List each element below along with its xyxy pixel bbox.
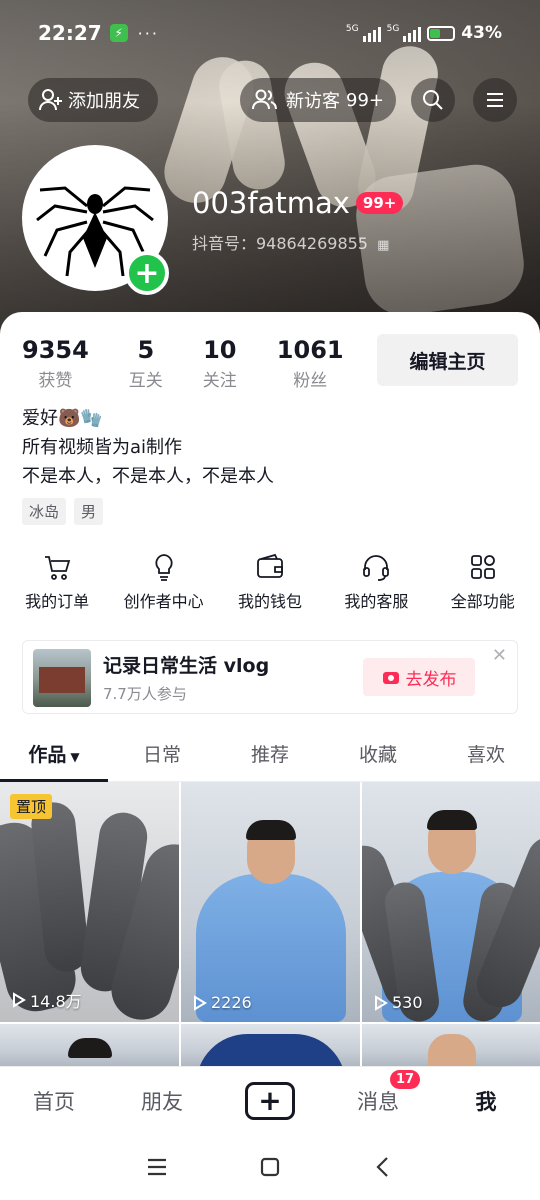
camera-icon: [382, 672, 399, 684]
edit-profile-button[interactable]: 编辑主页: [377, 334, 518, 386]
bio-line: 不是本人，不是本人，不是本人: [22, 466, 274, 487]
nav-me[interactable]: 我: [432, 1086, 540, 1116]
play-icon: [375, 994, 388, 1011]
play-count: 530: [372, 993, 423, 1012]
play-icon: [194, 994, 207, 1011]
video-thumbnail[interactable]: [362, 1024, 540, 1069]
search-button[interactable]: [411, 78, 455, 122]
grid-icon: [470, 555, 495, 579]
my-orders-button[interactable]: 我的订单: [5, 552, 109, 612]
video-thumbnail[interactable]: 2226: [181, 782, 360, 1022]
stats-row: 9354 获赞 5 互关 10 关注 1061 粉丝: [22, 336, 384, 391]
douyin-id[interactable]: 抖音号：94864269855 ▦: [192, 230, 389, 254]
headset-icon: [363, 555, 390, 581]
new-visitors-label: 新访客: [286, 91, 340, 112]
video-grid: 置顶 14.8万 2226 530: [0, 782, 540, 1069]
menu-icon: [487, 93, 503, 107]
video-thumbnail[interactable]: 置顶 14.8万: [0, 782, 179, 1022]
status-time: 22:27: [38, 21, 102, 45]
nav-create[interactable]: +: [216, 1081, 324, 1120]
play-count: 14.8万: [10, 988, 82, 1012]
recent-apps-icon[interactable]: [144, 1154, 170, 1180]
bio-line: 所有视频皆为ai制作: [22, 437, 183, 458]
vlog-title: 记录日常生活 vlog: [103, 655, 270, 677]
caret-down-icon: ▼: [70, 750, 80, 764]
signal-icon: 5G: [387, 24, 422, 42]
play-count: 2226: [191, 993, 252, 1012]
username-text: 003fatmax: [192, 186, 350, 220]
status-bar: 22:27 ⚡ ··· 5G 5G 43%: [0, 0, 540, 66]
tab-recommend[interactable]: 推荐: [216, 732, 324, 781]
system-navigation-bar: [0, 1134, 540, 1200]
add-friend-button[interactable]: 添加朋友: [28, 78, 158, 122]
creator-center-button[interactable]: 创作者中心: [112, 552, 216, 612]
cart-icon: [45, 556, 71, 580]
new-visitors-count: 99+: [346, 89, 384, 111]
tab-daily[interactable]: 日常: [108, 732, 216, 781]
more-notifications-icon: ···: [137, 23, 159, 43]
nav-home[interactable]: 首页: [0, 1086, 108, 1116]
profile-card: 9354 获赞 5 互关 10 关注 1061 粉丝 编辑主页 爱好🐻🧤 所有视频皆为a…: [0, 312, 540, 1072]
battery-icon: [427, 25, 456, 41]
add-friend-label: 添加朋友: [68, 91, 140, 112]
video-thumbnail[interactable]: 530: [362, 782, 540, 1022]
lightbulb-icon: [154, 554, 173, 581]
all-functions-button[interactable]: 全部功能: [431, 552, 535, 612]
stat-mutual[interactable]: 5 互关: [129, 336, 163, 391]
messages-badge: 17: [390, 1069, 421, 1089]
video-thumbnail[interactable]: [0, 1024, 179, 1069]
username-badge: 99+: [355, 192, 404, 214]
vlog-thumbnail: [33, 649, 91, 707]
stat-likes[interactable]: 9354 获赞: [22, 336, 89, 391]
bio: 爱好🐻🧤 所有视频皆为ai制作 不是本人，不是本人，不是本人: [22, 404, 274, 491]
nav-friends[interactable]: 朋友: [108, 1086, 216, 1116]
gender-tag: 男: [74, 498, 104, 525]
tab-likes[interactable]: 喜欢: [432, 732, 540, 781]
customer-service-button[interactable]: 我的客服: [324, 552, 428, 612]
wallet-icon: [257, 553, 283, 578]
tab-works[interactable]: 作品 ▼: [0, 732, 108, 782]
publish-button[interactable]: 去发布: [363, 658, 475, 696]
function-shortcuts: 我的订单 创作者中心 我的钱包 我的客服 全部功能: [0, 552, 540, 612]
video-thumbnail[interactable]: [181, 1024, 360, 1069]
stat-followers[interactable]: 1061 粉丝: [277, 336, 344, 391]
my-wallet-button[interactable]: 我的钱包: [218, 552, 322, 612]
username: 003fatmax 99+: [192, 186, 404, 220]
stat-following[interactable]: 10 关注: [203, 336, 237, 391]
play-icon: [13, 992, 26, 1008]
vlog-topic-card[interactable]: 记录日常生活 vlog 7.7万人参与 去发布 ✕: [22, 640, 518, 714]
qr-code-icon: ▦: [377, 238, 390, 253]
tab-favorites[interactable]: 收藏: [324, 732, 432, 781]
visitors-icon: [252, 89, 277, 110]
add-user-icon: [39, 89, 62, 111]
nav-messages[interactable]: 消息 17: [324, 1069, 432, 1116]
search-icon: [423, 90, 443, 110]
back-icon[interactable]: [370, 1154, 396, 1180]
profile-tags: 冰岛 男: [22, 498, 104, 525]
add-avatar-button[interactable]: +: [125, 251, 169, 295]
location-tag: 冰岛: [22, 498, 67, 525]
bottom-navigation: 首页 朋友 + 消息 17 我: [0, 1066, 540, 1134]
new-visitors-button[interactable]: 新访客 99+: [240, 78, 396, 122]
content-tabs: 作品 ▼ 日常 推荐 收藏 喜欢: [0, 732, 540, 782]
home-icon[interactable]: [257, 1154, 283, 1180]
close-icon[interactable]: ✕: [492, 645, 507, 666]
pinned-badge: 置顶: [10, 794, 53, 819]
signal-icon: 5G: [346, 24, 381, 42]
charging-icon: ⚡: [109, 24, 128, 42]
menu-button[interactable]: [473, 78, 517, 122]
battery-percent: 43%: [461, 23, 502, 43]
bio-line: 爱好🐻🧤: [22, 408, 103, 429]
create-plus-icon: +: [245, 1081, 295, 1120]
vlog-participants: 7.7万人参与: [103, 685, 187, 703]
